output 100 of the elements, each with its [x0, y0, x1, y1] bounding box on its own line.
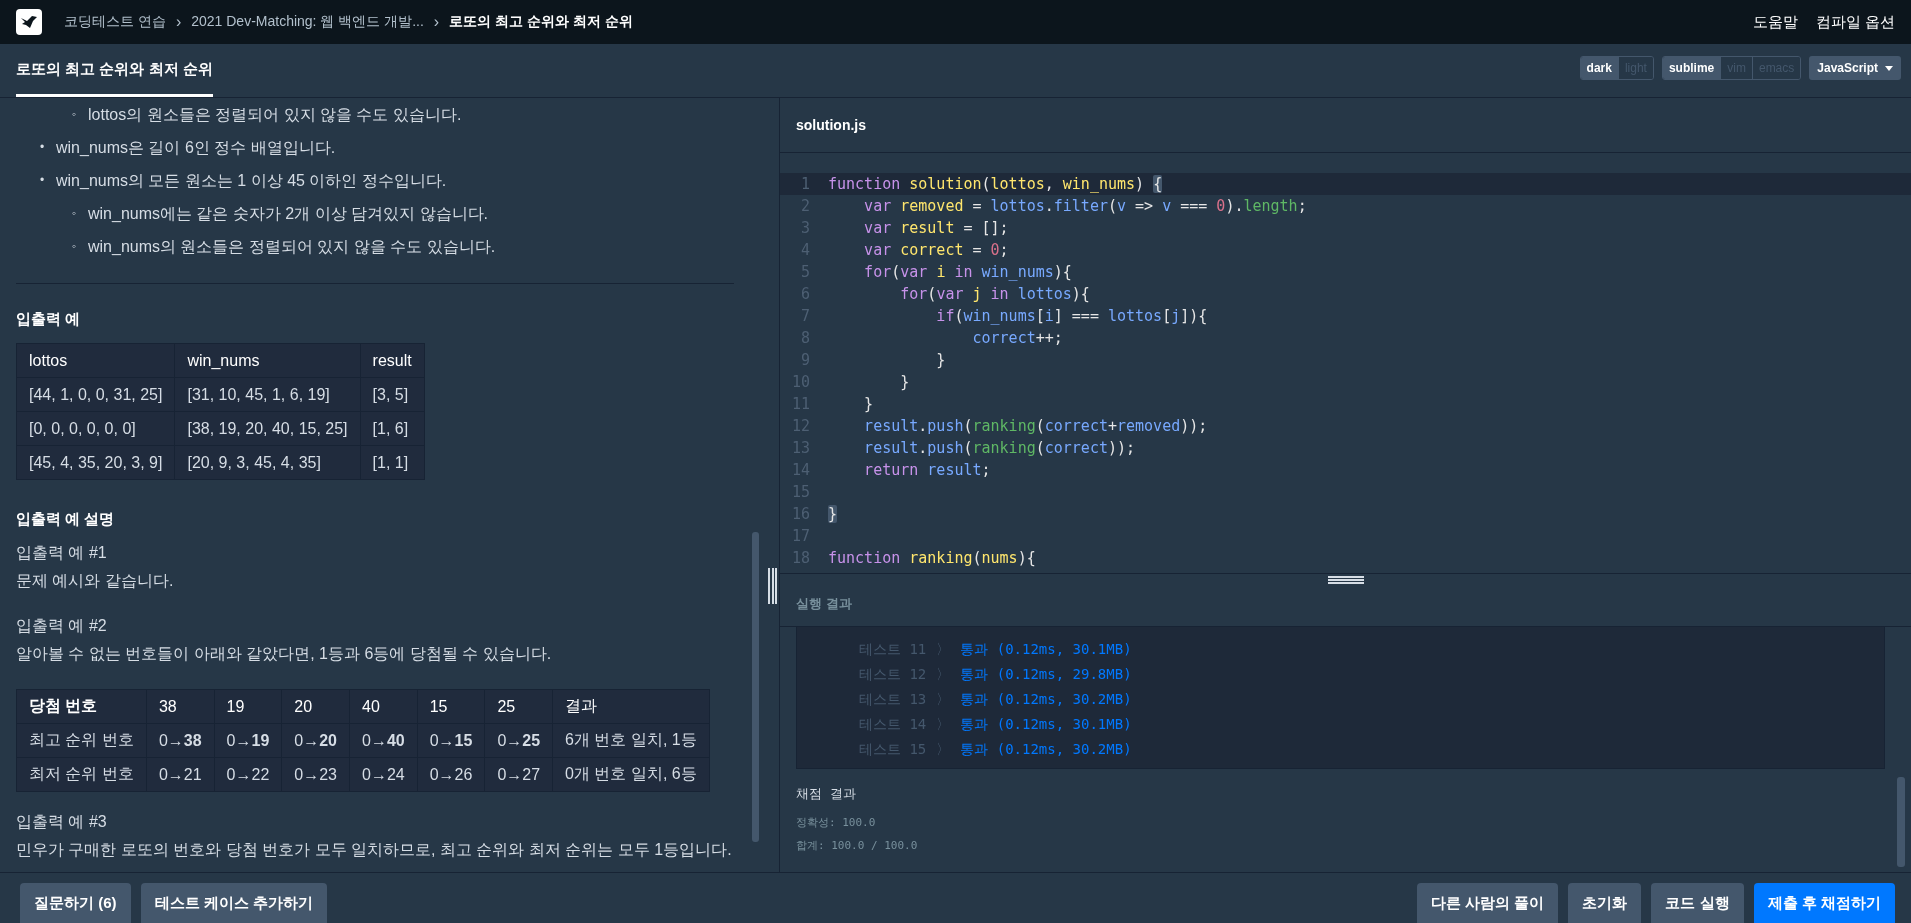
- chevron-icon: 〉: [936, 640, 951, 659]
- grading-title: 채점 결과: [796, 785, 857, 803]
- table-cell: 0→26: [417, 757, 485, 792]
- header-link[interactable]: 도움말: [1752, 12, 1798, 32]
- chevron-icon: 〉: [936, 715, 951, 734]
- chevron-icon: ›: [175, 13, 182, 31]
- table-header-cell: 38: [146, 689, 215, 724]
- table-cell: 0→24: [349, 757, 418, 792]
- scrollbar[interactable]: [1897, 777, 1905, 867]
- action-button[interactable]: 초기화: [1568, 883, 1642, 923]
- test-result: 통과 (0.12ms, 30.2MB): [960, 740, 1132, 759]
- table-cell: [38, 19, 20, 40, 15, 25]: [174, 411, 361, 446]
- table-cell: 6개 번호 일치, 1등: [552, 723, 710, 758]
- code-line: var result = [];: [863, 219, 1009, 237]
- example-title: 입출력 예 #1: [16, 543, 108, 563]
- table-header-cell: 40: [349, 689, 418, 724]
- code-line: return result;: [863, 461, 991, 479]
- panel-title: 실행 결과: [796, 595, 852, 613]
- constraint-text: win_nums의 모든 원소는 1 이상 45 이하인 정수입니다.: [56, 171, 447, 191]
- bullet-icon: ◦: [72, 230, 88, 263]
- resize-grip-icon[interactable]: [1327, 576, 1364, 584]
- section-heading: 입출력 예: [16, 310, 82, 329]
- action-button[interactable]: 테스트 케이스 추가하기: [140, 883, 327, 923]
- test-result: 통과 (0.12ms, 29.8MB): [960, 665, 1132, 684]
- table-cell: [1, 6]: [360, 411, 425, 446]
- table-header-cell: 결과: [552, 689, 710, 724]
- bullet-icon: •: [40, 131, 56, 164]
- table-cell: 0→25: [484, 723, 553, 758]
- breadcrumb-link[interactable]: 코딩테스트 연습: [64, 13, 166, 31]
- table-cell: 0→27: [484, 757, 553, 792]
- code-line: var correct = 0;: [863, 241, 1009, 259]
- example-description: 민우가 구매한 로또의 번호와 당첨 번호가 모두 일치하므로, 최고 순위와 최저 순위는 모두 1등입니다.: [16, 840, 733, 860]
- table-header-cell: win_nums: [174, 343, 361, 378]
- bird-logo-icon[interactable]: [16, 9, 42, 35]
- table-header-cell: 20: [281, 689, 350, 724]
- panel-resize-handle[interactable]: [768, 568, 777, 604]
- table-cell: 0→38: [146, 723, 215, 758]
- constraint-text: win_nums의 원소들은 정렬되어 있지 않을 수도 있습니다.: [88, 237, 496, 257]
- grading-line: 정확성: 100.0: [796, 815, 877, 830]
- table-cell: 0→23: [281, 757, 350, 792]
- language-dropdown[interactable]: JavaScript: [1809, 56, 1901, 80]
- test-result: 통과 (0.12ms, 30.1MB): [960, 640, 1132, 659]
- code-line: correct++;: [971, 329, 1063, 347]
- table-cell: [45, 4, 35, 20, 3, 9]: [16, 445, 175, 480]
- code-line: }: [899, 373, 910, 391]
- table-header-cell: 당첨 번호: [16, 689, 147, 724]
- section-heading: 입출력 예 설명: [16, 510, 116, 529]
- grading-line: 합계: 100.0 / 100.0: [796, 838, 919, 853]
- table-header-cell: 25: [484, 689, 553, 724]
- table-cell: [20, 9, 3, 45, 4, 35]: [174, 445, 361, 480]
- table-cell: 0개 번호 일치, 6등: [552, 757, 710, 792]
- line-number: 1: [799, 175, 811, 193]
- breadcrumb-link[interactable]: 2021 Dev-Matching: 웹 백엔드 개발...: [191, 13, 424, 31]
- test-result: 통과 (0.12ms, 30.1MB): [960, 715, 1132, 734]
- action-button[interactable]: 코드 실행: [1651, 883, 1744, 923]
- caret-icon: [1885, 65, 1893, 71]
- table-cell: 최저 순위 번호: [16, 757, 147, 792]
- constraint-text: lottos의 원소들은 정렬되어 있지 않을 수도 있습니다.: [88, 105, 462, 125]
- code-line: }: [863, 395, 874, 413]
- table-cell: [0, 0, 0, 0, 0, 0]: [16, 411, 175, 446]
- test-result: 통과 (0.12ms, 30.2MB): [960, 690, 1132, 709]
- table-cell: 0→19: [214, 723, 282, 758]
- problem-tab[interactable]: 로또의 최고 순위와 최저 순위: [16, 44, 213, 97]
- table-cell: 0→15: [417, 723, 485, 758]
- constraint-text: win_nums은 길이 6인 정수 배열입니다.: [56, 138, 336, 158]
- file-name: solution.js: [796, 117, 866, 133]
- table-cell: 0→20: [281, 723, 350, 758]
- table-cell: [1, 1]: [360, 445, 425, 480]
- bullet-icon: •: [40, 164, 56, 197]
- code-line: function ranking(nums){: [828, 549, 1036, 567]
- code-line: result.push(ranking(correct));: [863, 439, 1136, 457]
- action-button[interactable]: 다른 사람의 풀이: [1417, 883, 1559, 923]
- code-line: for(var j in lottos){: [899, 285, 1090, 303]
- table-header-cell: 15: [417, 689, 485, 724]
- table-header-cell: lottos: [16, 343, 175, 378]
- table-cell: [44, 1, 0, 0, 31, 25]: [16, 377, 175, 412]
- bullet-icon: ◦: [72, 98, 88, 131]
- example-title: 입출력 예 #3: [16, 812, 108, 832]
- header-link[interactable]: 컴파일 옵션: [1815, 12, 1895, 32]
- example-title: 입출력 예 #2: [16, 616, 108, 636]
- code-line: }: [935, 351, 946, 369]
- toggle-option[interactable]: sublime: [1662, 57, 1721, 79]
- scrollbar[interactable]: [752, 532, 759, 842]
- toggle-option[interactable]: dark: [1580, 57, 1618, 79]
- submit-button[interactable]: 제출 후 채점하기: [1753, 883, 1895, 923]
- table-cell: [3, 5]: [360, 377, 425, 412]
- table-cell: 0→21: [146, 757, 215, 792]
- code-line: for(var i in win_nums){: [863, 263, 1072, 281]
- code-line: function solution(lottos, win_nums) {: [828, 175, 1163, 193]
- table-header-cell: 19: [214, 689, 282, 724]
- table-cell: 0→22: [214, 757, 282, 792]
- example-description: 문제 예시와 같습니다.: [16, 571, 175, 591]
- action-button[interactable]: 질문하기 (6): [20, 883, 131, 923]
- constraint-text: win_nums에는 같은 숫자가 2개 이상 담겨있지 않습니다.: [88, 204, 489, 224]
- table-cell: 0→40: [349, 723, 418, 758]
- chevron-icon: 〉: [936, 665, 951, 684]
- chevron-icon: 〉: [936, 740, 951, 759]
- bullet-icon: ◦: [72, 197, 88, 230]
- breadcrumb-link[interactable]: 로또의 최고 순위와 최저 순위: [449, 13, 633, 31]
- table-cell: 최고 순위 번호: [16, 723, 147, 758]
